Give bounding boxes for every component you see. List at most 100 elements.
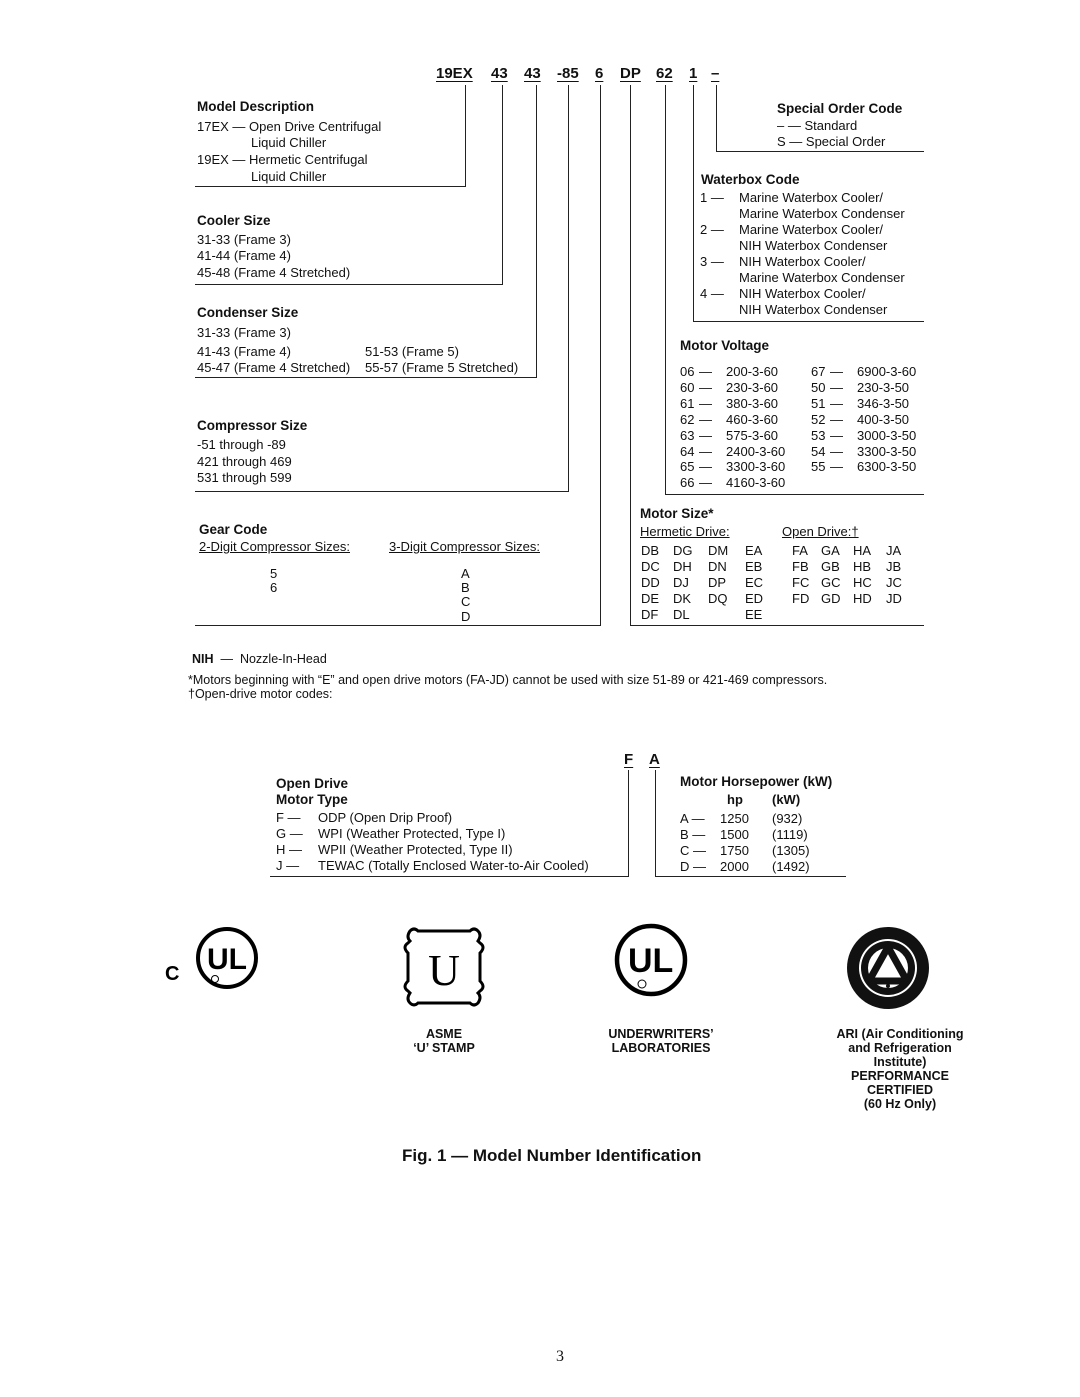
hp-value: 1250 <box>720 811 749 826</box>
condenser-size-line: 55-57 (Frame 5 Stretched) <box>365 360 519 375</box>
hermetic-motor-code: DK <box>673 591 692 606</box>
motor-type-desc: ODP (Open Drip Proof) <box>318 810 453 825</box>
voltage-dash: — <box>830 364 843 379</box>
gear-code-value: 6 <box>270 580 278 595</box>
waterbox-desc: NIH Waterbox Condenser <box>739 238 888 253</box>
open-motor-code: HC <box>853 575 872 590</box>
open-motor-code: HD <box>853 591 872 606</box>
voltage-value: 200-3-60 <box>726 364 779 379</box>
compressor-size-line: -51 through -89 <box>197 437 286 452</box>
motor-type-code: J — <box>276 858 300 873</box>
asme-label: ASME ‘U’ STAMP <box>404 1027 484 1055</box>
motor-voltage-title: Motor Voltage <box>680 338 769 353</box>
voltage-dash: — <box>830 379 843 395</box>
cooler-size-line: 31-33 (Frame 3) <box>197 232 291 247</box>
open-motor-code: JA <box>886 543 902 558</box>
hermetic-motor-code: DQ <box>708 591 728 606</box>
open-motor-code: JB <box>886 559 902 574</box>
open-motor-code: FA <box>792 543 808 558</box>
ari-label-line: CERTIFIED <box>867 1083 933 1097</box>
open-motor-code: FD <box>792 591 810 606</box>
motor-type-desc: WPII (Weather Protected, Type II) <box>318 842 513 857</box>
kw-column-header: (kW) <box>772 792 801 807</box>
ul-label-line: UNDERWRITERS’ <box>608 1027 714 1041</box>
voltage-dash: — <box>830 427 843 443</box>
open-motor-code: GC <box>821 575 841 590</box>
open-motor-code: FC <box>792 575 810 590</box>
nih-abbr: NIH <box>192 652 214 666</box>
nih-dash: — <box>220 652 233 666</box>
ul-logo: UL <box>613 922 689 998</box>
special-order-line: – — Standard <box>777 118 858 133</box>
voltage-code: 62 <box>680 411 695 427</box>
waterbox-code: 3 — <box>700 254 724 269</box>
kw-value: (1492) <box>772 859 810 874</box>
cul-c-prefix: C <box>165 963 179 985</box>
code-motor-size: DP <box>620 65 641 82</box>
voltage-dash: — <box>699 427 712 443</box>
voltage-code: 65 <box>680 459 695 475</box>
voltage-code: 50 <box>811 379 826 395</box>
waterbox-code: 1 — <box>700 190 724 205</box>
voltage-value: 575-3-60 <box>726 427 779 443</box>
code-condenser: 43 <box>524 65 541 82</box>
ari-label-line: and Refrigeration <box>848 1041 952 1055</box>
hp-code: D — <box>680 859 706 874</box>
code-open-motor-type: F <box>624 751 634 768</box>
open-motor-code: HA <box>853 543 872 558</box>
code-waterbox: 1 <box>689 65 698 82</box>
voltage-value: 400-3-50 <box>857 411 910 427</box>
waterbox-code: 4 — <box>700 286 724 301</box>
hp-value: 1500 <box>720 827 749 842</box>
open-motor-type-title-1: Open Drive <box>276 776 349 791</box>
voltage-value: 3300-3-60 <box>726 459 786 475</box>
asme-u-stamp-logo: U <box>402 927 486 1007</box>
motor-type-code: F — <box>276 810 301 825</box>
voltage-dash: — <box>830 395 843 411</box>
condenser-size-line: 45-47 (Frame 4 Stretched) <box>197 360 351 375</box>
kw-value: (932) <box>772 811 803 826</box>
cooler-size-line: 45-48 (Frame 4 Stretched) <box>197 265 351 280</box>
hermetic-motor-code: DL <box>673 607 690 622</box>
waterbox-desc: Marine Waterbox Condenser <box>739 270 905 285</box>
code-voltage: 62 <box>656 65 673 82</box>
horsepower-title: Motor Horsepower (kW) <box>680 774 833 789</box>
model-description-line: Liquid Chiller <box>251 169 327 184</box>
kw-value: (1119) <box>772 827 808 842</box>
motor-type-code: H — <box>276 842 302 857</box>
hermetic-motor-code: DM <box>708 543 729 558</box>
ul-label: UNDERWRITERS’ LABORATORIES <box>600 1027 722 1055</box>
hermetic-motor-code: DG <box>673 543 693 558</box>
page-number: 3 <box>556 1348 564 1365</box>
motor-type-desc: TEWAC (Totally Enclosed Water-to-Air Coo… <box>318 858 589 873</box>
hermetic-motor-code: DE <box>641 591 660 606</box>
open-motor-code: JC <box>886 575 902 590</box>
voltage-dash: — <box>830 411 843 427</box>
code-special-order: – <box>711 65 720 82</box>
voltage-dash: — <box>699 475 712 491</box>
asme-label-line: ASME <box>425 1027 463 1041</box>
compressor-size-line: 421 through 469 <box>197 454 292 469</box>
open-motor-code: HB <box>853 559 872 574</box>
ul-letters: UL <box>628 942 673 980</box>
cul-logo: C UL <box>165 922 265 992</box>
hp-value: 1750 <box>720 843 749 858</box>
cooler-size-line: 41-44 (Frame 4) <box>197 248 291 263</box>
ul-label-line: LABORATORIES <box>611 1041 711 1055</box>
condenser-size-line: 51-53 (Frame 5) <box>365 344 459 359</box>
voltage-dash: — <box>699 379 712 395</box>
hermetic-motor-code: DN <box>708 559 727 574</box>
hermetic-motor-code: DP <box>708 575 727 590</box>
voltage-dash: — <box>699 443 712 459</box>
waterbox-desc: Marine Waterbox Cooler/ <box>739 190 884 205</box>
open-motor-code: GD <box>821 591 841 606</box>
hp-code: B — <box>680 827 706 842</box>
waterbox-code: 2 — <box>700 222 724 237</box>
voltage-value: 230-3-60 <box>726 379 779 395</box>
asme-label-line: ‘U’ STAMP <box>413 1041 475 1055</box>
condenser-size-title: Condenser Size <box>197 305 299 320</box>
special-order-line: S — Special Order <box>777 134 886 149</box>
hermetic-motor-code: EB <box>745 559 763 574</box>
voltage-dash: — <box>830 443 843 459</box>
hermetic-motor-code: DF <box>641 607 659 622</box>
